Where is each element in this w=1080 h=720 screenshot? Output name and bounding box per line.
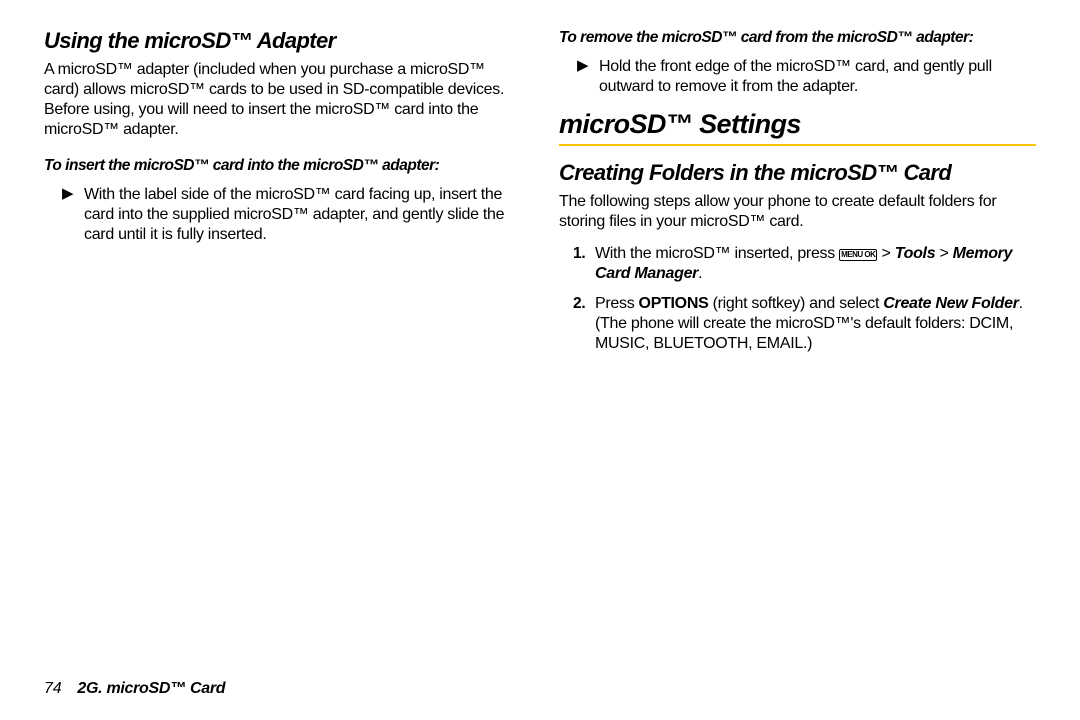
text-fragment: Press bbox=[595, 295, 639, 312]
triangle-icon: ▶ bbox=[577, 57, 599, 97]
step-1: 1. With the microSD™ inserted, press MEN… bbox=[559, 244, 1036, 284]
step-1-text: With the microSD™ inserted, press MENU O… bbox=[595, 244, 1030, 284]
page-footer: 74 2G. microSD™ Card bbox=[44, 680, 1036, 698]
footer-section-title: 2G. microSD™ Card bbox=[77, 680, 225, 698]
menu-ok-key-icon: MENU OK bbox=[839, 249, 877, 261]
menu-path-tools: Tools bbox=[895, 245, 936, 262]
remove-title: To remove the microSD™ card from the mic… bbox=[559, 28, 1036, 47]
section-heading-settings: microSD™ Settings bbox=[559, 109, 1036, 146]
triangle-icon: ▶ bbox=[62, 185, 84, 245]
step-number: 2. bbox=[573, 294, 595, 354]
create-intro: The following steps allow your phone to … bbox=[559, 192, 1036, 232]
text-fragment: . bbox=[698, 265, 702, 282]
right-column: To remove the microSD™ card from the mic… bbox=[559, 28, 1036, 672]
insert-step: ▶ With the label side of the microSD™ ca… bbox=[44, 185, 521, 245]
subheading-adapter: Using the microSD™ Adapter bbox=[44, 28, 521, 54]
step-number: 1. bbox=[573, 244, 595, 284]
text-fragment: > bbox=[935, 245, 952, 262]
insert-title: To insert the microSD™ card into the mic… bbox=[44, 156, 521, 175]
softkey-options: OPTIONS bbox=[639, 295, 709, 312]
text-fragment: (right softkey) and select bbox=[708, 295, 883, 312]
text-fragment: With the microSD™ inserted, press bbox=[595, 245, 839, 262]
step-2-text: Press OPTIONS (right softkey) and select… bbox=[595, 294, 1030, 354]
remove-step-text: Hold the front edge of the microSD™ card… bbox=[599, 57, 1030, 97]
subheading-create-folders: Creating Folders in the microSD™ Card bbox=[559, 160, 1036, 186]
two-column-layout: Using the microSD™ Adapter A microSD™ ad… bbox=[44, 28, 1036, 672]
page-number: 74 bbox=[44, 680, 61, 698]
menu-item-create-new-folder: Create New Folder bbox=[883, 295, 1018, 312]
step-2: 2. Press OPTIONS (right softkey) and sel… bbox=[559, 294, 1036, 354]
remove-step: ▶ Hold the front edge of the microSD™ ca… bbox=[559, 57, 1036, 97]
left-column: Using the microSD™ Adapter A microSD™ ad… bbox=[44, 28, 521, 672]
manual-page: Using the microSD™ Adapter A microSD™ ad… bbox=[0, 0, 1080, 720]
intro-paragraph: A microSD™ adapter (included when you pu… bbox=[44, 60, 521, 140]
insert-step-text: With the label side of the microSD™ card… bbox=[84, 185, 515, 245]
text-fragment: > bbox=[877, 245, 894, 262]
